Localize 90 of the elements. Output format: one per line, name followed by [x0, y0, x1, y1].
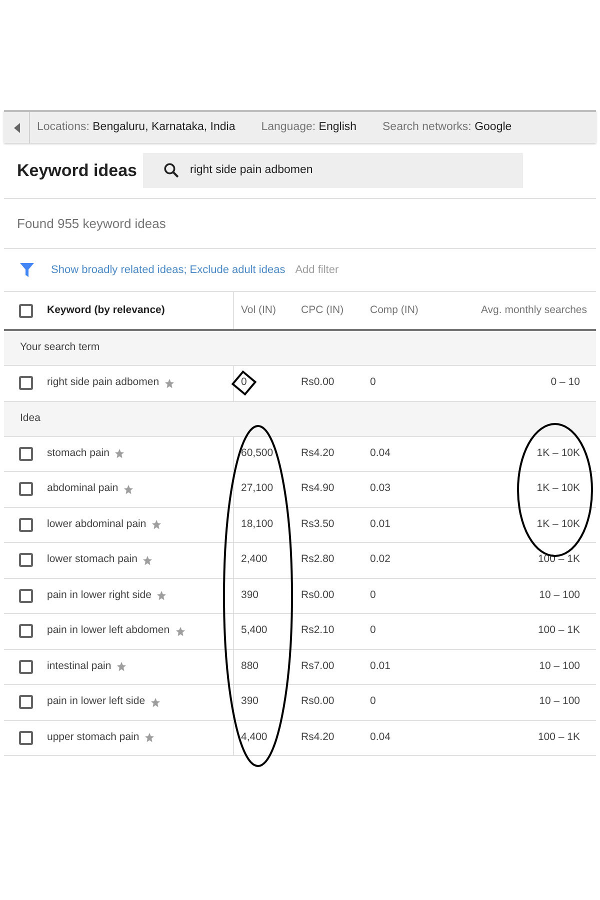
- group-heading: Your search term: [20, 340, 100, 356]
- checkbox[interactable]: [18, 730, 32, 745]
- column-header[interactable]: Avg. monthly searches: [440, 292, 596, 329]
- star-icon[interactable]: [174, 626, 186, 637]
- table-cell-text: Rs4.90: [301, 481, 334, 496]
- keyword-text: lower stomach pain: [47, 552, 138, 568]
- column-header[interactable]: CPC (IN): [301, 292, 370, 329]
- keyword-text: pain in lower right side: [47, 588, 152, 603]
- left-caret-icon: [14, 122, 20, 132]
- column-header[interactable]: Keyword (by relevance): [47, 302, 233, 318]
- table-cell-text: 1K – 10K: [536, 481, 580, 496]
- diamond-mark: [231, 370, 257, 396]
- table-cell-text: 0.01: [370, 516, 390, 532]
- table-cell-text: Rs2.80: [301, 552, 334, 568]
- table-cell-text: Rs2.10: [301, 623, 334, 638]
- setting-text[interactable]: Locations: Bengaluru, Karnataka, India: [37, 118, 236, 136]
- column-header[interactable]: Vol (IN): [233, 292, 301, 329]
- table-cell-text: 5,400: [241, 623, 268, 638]
- table-cell-text: 10 – 100: [539, 694, 580, 710]
- keyword-text: intestinal pain: [47, 658, 112, 674]
- keyword-text: pain in lower left abdomen: [47, 623, 170, 638]
- search-field[interactable]: right side pain adbomen: [143, 153, 523, 188]
- table-cell-text: 100 – 1K: [538, 730, 580, 745]
- checkbox[interactable]: [18, 660, 32, 674]
- table-cell-text: Rs0.00: [301, 375, 334, 390]
- table-cell-text: Rs4.20: [301, 730, 334, 745]
- setting-text[interactable]: Search networks: Google: [382, 118, 512, 136]
- result-count: Found 955 keyword ideas: [17, 214, 166, 233]
- checkbox[interactable]: [18, 624, 32, 638]
- keyword-text: right side pain adbomen: [47, 375, 160, 390]
- table-cell-text: 10 – 100: [539, 658, 580, 674]
- table-cell-text: 60,500: [241, 446, 274, 461]
- table-cell-text: 390: [241, 588, 259, 603]
- filter-icon[interactable]: [20, 263, 34, 277]
- checkbox[interactable]: [18, 446, 32, 461]
- page-title: Keyword ideas: [16, 160, 138, 182]
- table-cell-text: Rs0.00: [301, 588, 334, 603]
- column-header[interactable]: Comp (IN): [370, 292, 440, 329]
- table-cell-text: 0: [370, 375, 376, 390]
- table-cell-text: 100 – 1K: [538, 623, 580, 638]
- star-icon[interactable]: [150, 696, 162, 708]
- checkbox[interactable]: [18, 376, 32, 390]
- star-icon[interactable]: [151, 519, 162, 530]
- star-icon[interactable]: [116, 661, 128, 672]
- table-cell-text: 2,400: [241, 552, 268, 568]
- star-icon[interactable]: [164, 378, 176, 389]
- table-cell-text: 0.01: [370, 658, 390, 674]
- setting-text[interactable]: Language: English: [261, 118, 357, 136]
- table-cell-text: Rs0.00: [301, 694, 334, 710]
- checkbox[interactable]: [18, 695, 32, 710]
- checkbox[interactable]: [18, 588, 32, 603]
- keyword-text: pain in lower left side: [47, 694, 146, 710]
- checkbox[interactable]: [18, 518, 32, 532]
- checkbox[interactable]: [18, 482, 32, 496]
- keyword-text: lower abdominal pain: [47, 516, 146, 532]
- table-cell-text: 0.02: [370, 552, 390, 568]
- add-filter-link[interactable]: Add filter: [295, 262, 339, 278]
- table-cell-text: Rs7.00: [301, 658, 334, 674]
- checkbox[interactable]: [18, 304, 32, 318]
- keyword-text: abdominal pain: [47, 481, 118, 496]
- table-cell-text: Rs3.50: [301, 516, 334, 532]
- table-cell-text: 0: [370, 588, 376, 603]
- table-cell-text: Rs4.20: [301, 446, 334, 461]
- table-cell-text: 4,400: [241, 730, 268, 745]
- star-icon[interactable]: [114, 448, 126, 460]
- table-cell-text: 0 – 10: [550, 375, 580, 390]
- table-cell-text: 0: [241, 375, 247, 390]
- checkbox[interactable]: [18, 553, 32, 568]
- table-cell-text: 10 – 100: [539, 588, 580, 603]
- filter-link[interactable]: Show broadly related ideas; Exclude adult ideas: [51, 262, 286, 278]
- table-cell-text: 27,100: [241, 481, 274, 496]
- table-cell-text: 18,100: [241, 516, 274, 532]
- star-icon[interactable]: [123, 484, 134, 495]
- group-heading: Idea: [20, 410, 40, 426]
- table-cell-text: 0: [370, 623, 376, 638]
- table-cell-text: 0.04: [370, 446, 390, 461]
- table-cell-text: 880: [241, 658, 259, 674]
- search-value: right side pain adbomen: [190, 162, 313, 178]
- star-icon[interactable]: [156, 590, 168, 602]
- keyword-text: stomach pain: [47, 446, 110, 461]
- table-cell-text: 1K – 10K: [536, 446, 580, 461]
- table-cell-text: 1K – 10K: [536, 516, 580, 532]
- star-icon[interactable]: [144, 732, 156, 744]
- keyword-text: upper stomach pain: [47, 730, 140, 745]
- star-icon[interactable]: [142, 554, 154, 566]
- table-cell-text: 0.04: [370, 730, 390, 745]
- table-cell-text: 390: [241, 694, 259, 710]
- table-cell-text: 0.03: [370, 481, 390, 496]
- search-icon: [163, 162, 180, 179]
- table-cell-text: 0: [370, 694, 376, 710]
